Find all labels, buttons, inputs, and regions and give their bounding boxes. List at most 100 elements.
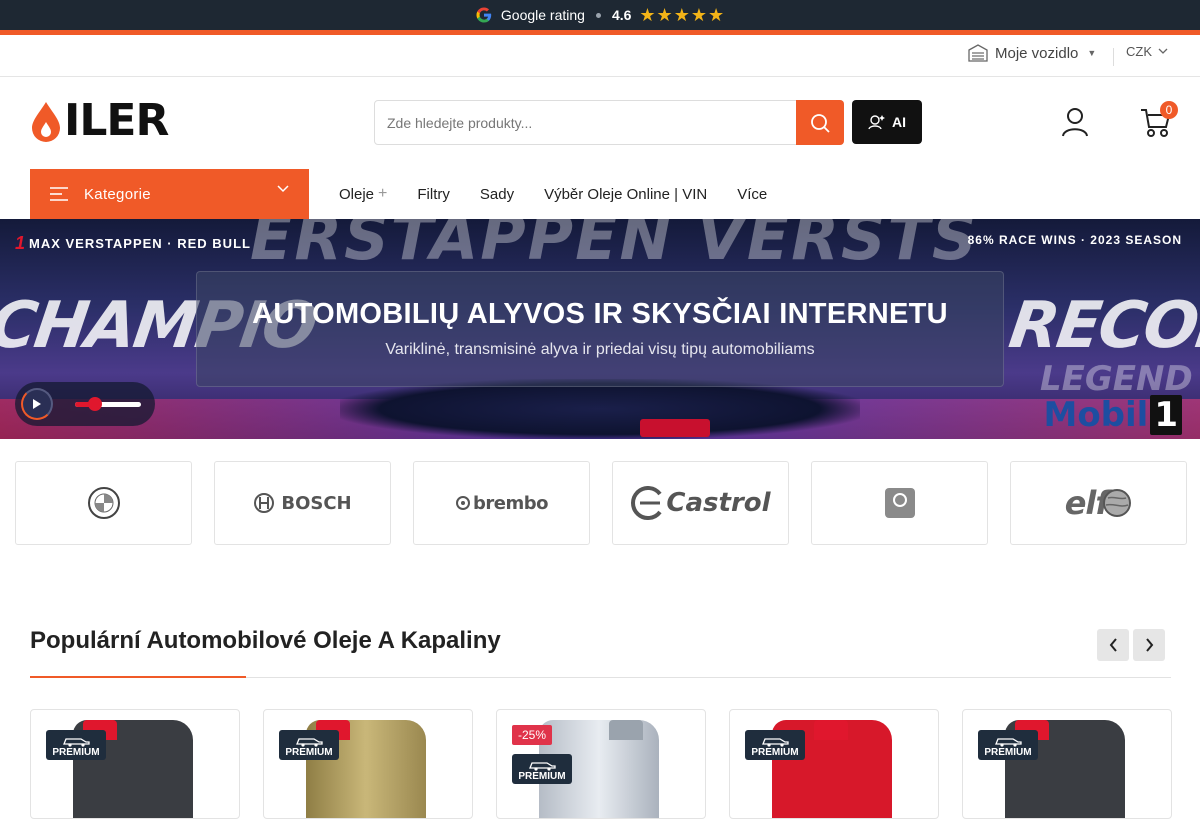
nav-item-label: Sady — [479, 185, 515, 203]
castrol-logo-icon — [631, 486, 663, 520]
nav-item-more[interactable]: Více — [737, 185, 767, 203]
search-input[interactable] — [375, 101, 795, 144]
separator-dot — [595, 12, 601, 18]
premium-label: PREMIUM — [285, 747, 333, 758]
account-button[interactable] — [1060, 107, 1090, 142]
premium-badge: PREMIUM — [745, 730, 805, 760]
my-vehicle-dropdown[interactable]: Moje vozidlo ▼ — [968, 44, 1096, 62]
car-icon — [762, 738, 789, 747]
race-car-image — [340, 379, 860, 439]
bottle-cap — [609, 720, 643, 740]
banner-title: AUTOMOBILIŲ ALYVOS IR SKYSČIAI INTERNETU — [252, 298, 948, 330]
search-bar — [374, 100, 844, 145]
section-title: Populární Automobilové Oleje A Kapaliny — [30, 627, 501, 654]
plus-icon: + — [378, 185, 388, 202]
mobil-logo-one: 1 — [1150, 395, 1182, 435]
divider — [1113, 48, 1114, 66]
slider-handle[interactable] — [87, 397, 102, 411]
categories-label: Kategorie — [84, 185, 151, 203]
banner-stats-caption: 86% RACE WINS · 2023 SEASON — [967, 233, 1182, 247]
google-rating-label: Google rating — [500, 7, 585, 23]
play-button[interactable] — [21, 388, 53, 420]
brand-name: BOSCH — [281, 492, 352, 514]
site-logo[interactable]: ILER — [30, 95, 169, 146]
mobil1-logo: Mobil 1 — [1043, 395, 1182, 435]
corma-logo — [884, 488, 915, 518]
utility-bar: Moje vozidlo ▼ CZK — [0, 35, 1200, 77]
bmw-logo — [87, 487, 120, 519]
user-icon — [1062, 108, 1088, 137]
cart-count-badge: 0 — [1160, 101, 1178, 119]
mobil-logo-text: Mobil — [1043, 395, 1149, 435]
carousel-prev-button[interactable] — [1097, 629, 1129, 661]
nav-item-label: Více — [737, 185, 768, 203]
chevron-down-icon — [277, 185, 289, 193]
nav-item-kits[interactable]: Sady — [480, 185, 514, 203]
bottle-cap — [814, 720, 848, 740]
brand-card-elf[interactable]: elf — [1010, 461, 1187, 545]
google-icon — [476, 7, 492, 23]
car-icon — [296, 738, 323, 747]
chevron-left-icon — [1109, 638, 1117, 652]
menu-icon — [50, 187, 68, 201]
car-icon — [995, 738, 1022, 747]
driver-number: 1 — [15, 233, 27, 253]
caret-down-icon: ▼ — [1087, 48, 1097, 58]
currency-label: CZK — [1126, 44, 1152, 59]
oil-drop-icon — [32, 102, 60, 142]
ai-assistant-icon — [868, 115, 885, 130]
nav-item-vin-oil-finder[interactable]: Výběr Oleje Online | VIN — [544, 185, 707, 203]
bosch-logo-icon — [254, 493, 275, 513]
brembo-logo-icon — [456, 496, 470, 510]
premium-badge: PREMIUM — [512, 754, 572, 784]
banner-background-text: RECORD — [1004, 289, 1200, 363]
currency-selector[interactable]: CZK — [1126, 44, 1168, 59]
garage-icon — [968, 44, 988, 62]
elf-globe-icon — [1103, 489, 1132, 517]
nav-item-filters[interactable]: Filtry — [417, 185, 450, 203]
slideshow-progress-slider[interactable] — [75, 397, 141, 411]
section-accent-underline — [30, 676, 246, 678]
banner-headline-box: AUTOMOBILIŲ ALYVOS IR SKYSČIAI INTERNETU… — [196, 271, 1004, 387]
premium-label: PREMIUM — [518, 771, 566, 782]
search-button[interactable] — [796, 100, 844, 145]
brand-name: brembo — [473, 492, 548, 514]
logo-text: ILER — [64, 95, 169, 146]
brand-name: Castrol — [666, 488, 771, 518]
product-card[interactable]: PREMIUM — [263, 709, 473, 819]
nav-item-oils[interactable]: Oleje + — [339, 185, 387, 203]
nav-item-label: Výběr Oleje Online | VIN — [544, 185, 708, 203]
premium-label: PREMIUM — [984, 747, 1032, 758]
rating-value: 4.6 — [611, 7, 632, 23]
product-card[interactable]: -25% PREMIUM — [496, 709, 706, 819]
premium-label: PREMIUM — [751, 747, 799, 758]
google-rating-bar: Google rating 4.6 ★★★★★ — [0, 0, 1200, 30]
my-vehicle-label: Moje vozidlo — [995, 44, 1079, 62]
slideshow-controls — [15, 382, 155, 426]
carousel-next-button[interactable] — [1133, 629, 1165, 661]
premium-badge: PREMIUM — [279, 730, 339, 760]
product-card[interactable]: PREMIUM — [729, 709, 939, 819]
banner-driver-caption: 1 MAX VERSTAPPEN · RED BULL — [15, 233, 251, 254]
banner-background-text: ERSTAPPEN VERSTS — [250, 219, 979, 274]
categories-button[interactable]: Kategorie — [30, 169, 309, 219]
premium-badge: PREMIUM — [978, 730, 1038, 760]
play-icon — [33, 399, 41, 409]
chevron-down-icon — [1158, 48, 1168, 54]
brand-card-corma[interactable] — [811, 461, 988, 545]
main-nav: Oleje + Filtry Sady Výběr Oleje Online |… — [339, 185, 797, 203]
ai-search-button[interactable]: AI — [852, 100, 922, 144]
ai-label: AI — [892, 114, 906, 130]
brand-card-bosch[interactable]: BOSCH — [214, 461, 391, 545]
brand-card-brembo[interactable]: brembo — [413, 461, 590, 545]
hero-banner[interactable]: ERSTAPPEN VERSTS CHAMPIO RECORD LEGEND 1… — [0, 219, 1200, 439]
chevron-right-icon — [1145, 638, 1153, 652]
brand-card-bmw[interactable] — [15, 461, 192, 545]
nav-item-label: Oleje — [339, 185, 375, 203]
car-icon — [63, 738, 90, 747]
product-card[interactable]: PREMIUM — [962, 709, 1172, 819]
product-card[interactable]: PREMIUM — [30, 709, 240, 819]
car-icon — [529, 762, 556, 771]
brand-card-castrol[interactable]: Castrol — [612, 461, 789, 545]
rating-stars: ★★★★★ — [639, 4, 726, 25]
